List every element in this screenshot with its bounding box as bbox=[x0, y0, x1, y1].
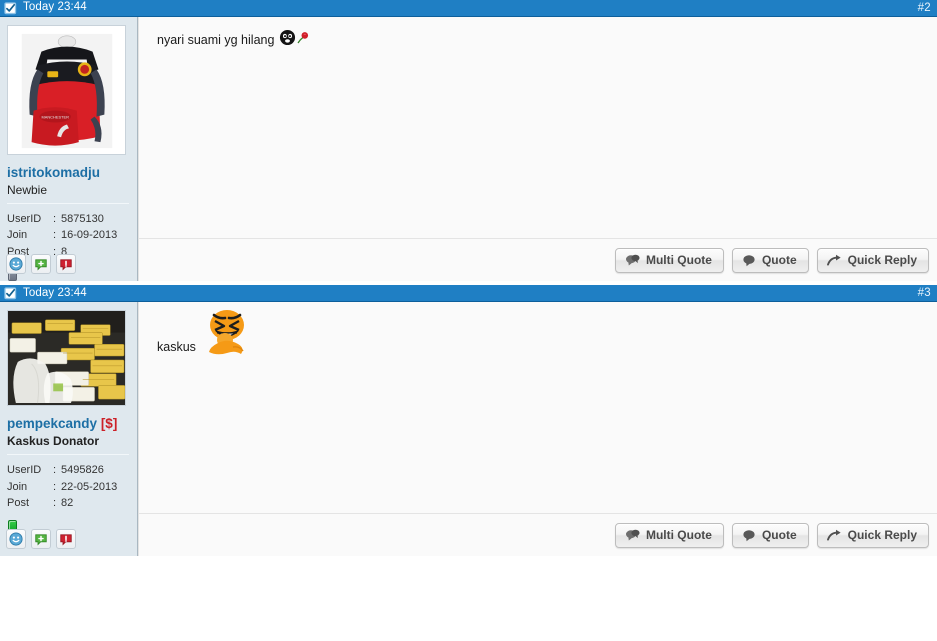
user-panel: MANCHESTER istritokomadju Newbie UserID … bbox=[0, 17, 138, 282]
user-action-icons bbox=[6, 254, 76, 275]
stat-value: 16-09-2013 bbox=[61, 229, 118, 242]
post-timestamp: Today 23:44 bbox=[23, 286, 87, 299]
panel-divider bbox=[7, 454, 129, 456]
message-column: kaskus Multi Quote Quote Quick Reply bbox=[138, 302, 937, 557]
post-footer: Multi Quote Quote Quick Reply bbox=[139, 238, 937, 282]
user-action-icons bbox=[6, 529, 76, 550]
stat-separator: : bbox=[53, 229, 57, 242]
post-timestamp: Today 23:44 bbox=[23, 1, 87, 14]
multi-quote-button[interactable]: Multi Quote bbox=[614, 247, 724, 273]
orange-laughing-emoticon bbox=[200, 306, 252, 362]
message-column: nyari suami yg hilang Multi Quote Quote … bbox=[138, 17, 937, 282]
stat-key: UserID bbox=[7, 464, 42, 477]
checked-checkbox-icon[interactable] bbox=[4, 1, 17, 15]
post-body: MANCHESTER istritokomadju Newbie UserID … bbox=[0, 17, 937, 282]
multi-quote-label: Multi Quote bbox=[645, 528, 712, 543]
avatar[interactable]: MANCHESTER bbox=[7, 25, 126, 155]
dark-face-emoticon bbox=[279, 29, 296, 52]
stat-separator: : bbox=[53, 212, 57, 225]
quote-button[interactable]: Quote bbox=[731, 522, 809, 548]
stat-separator: : bbox=[53, 497, 57, 510]
username-text: istritokomadju bbox=[7, 165, 101, 180]
rose-emoticon bbox=[297, 31, 309, 50]
profile-smiley-icon[interactable] bbox=[6, 529, 26, 550]
post-footer: Multi Quote Quote Quick Reply bbox=[139, 513, 937, 557]
stat-key: Join bbox=[7, 229, 28, 242]
quote-label: Quote bbox=[761, 528, 797, 543]
add-reputation-icon[interactable] bbox=[31, 254, 51, 275]
post-number: #3 bbox=[917, 287, 931, 300]
quote-label: Quote bbox=[761, 253, 797, 268]
stat-key: Post bbox=[7, 497, 30, 510]
stat-row: UserID : 5495826 bbox=[7, 462, 131, 479]
stat-row: Join : 22-05-2013 bbox=[7, 479, 131, 496]
report-post-icon[interactable] bbox=[56, 254, 76, 275]
post-body: pempekcandy [$] Kaskus Donator UserID : … bbox=[0, 302, 937, 557]
add-reputation-icon[interactable] bbox=[31, 529, 51, 550]
stat-value: 5495826 bbox=[61, 464, 104, 477]
user-stats: UserID : 5875130 Join : 16-09-2013 Post … bbox=[7, 211, 131, 261]
svg-text:MANCHESTER: MANCHESTER bbox=[41, 115, 69, 120]
message-line: kaskus bbox=[157, 310, 923, 362]
post: Today 23:44 #2 MANCHESTER istritokomadju… bbox=[0, 0, 937, 282]
message-text: nyari suami yg hilang bbox=[157, 33, 275, 47]
stat-value: 82 bbox=[61, 497, 74, 510]
multi-quote-label: Multi Quote bbox=[645, 253, 712, 268]
quick-reply-arrow-icon bbox=[826, 254, 841, 266]
panel-divider bbox=[7, 202, 129, 204]
avatar-image: MANCHESTER bbox=[8, 26, 125, 154]
username[interactable]: istritokomadju bbox=[7, 165, 131, 181]
quote-button[interactable]: Quote bbox=[731, 247, 809, 273]
checked-checkbox-icon[interactable] bbox=[4, 287, 17, 300]
stat-row: UserID : 5875130 bbox=[7, 211, 131, 228]
stat-value: 22-05-2013 bbox=[61, 480, 118, 493]
avatar[interactable] bbox=[7, 310, 126, 407]
quote-icon bbox=[743, 255, 755, 267]
stat-separator: : bbox=[53, 464, 57, 477]
quick-reply-label: Quick Reply bbox=[847, 253, 917, 268]
stat-row: Post : 82 bbox=[7, 495, 131, 512]
post-number: #2 bbox=[917, 2, 931, 14]
quote-icon bbox=[743, 530, 755, 542]
post-header: Today 23:44 #3 bbox=[0, 285, 937, 303]
post-message: kaskus bbox=[139, 302, 937, 513]
quick-reply-button[interactable]: Quick Reply bbox=[816, 522, 929, 548]
donor-badge: [$] bbox=[100, 416, 118, 432]
profile-smiley-icon[interactable] bbox=[6, 254, 26, 275]
quick-reply-label: Quick Reply bbox=[847, 528, 917, 543]
multi-quote-icon bbox=[625, 254, 640, 266]
stat-value: 5875130 bbox=[61, 212, 104, 225]
thread-page: Today 23:44 #2 MANCHESTER istritokomadju… bbox=[0, 0, 937, 641]
quick-reply-arrow-icon bbox=[826, 529, 841, 541]
post-header: Today 23:44 #2 bbox=[0, 0, 937, 17]
stat-separator: : bbox=[53, 480, 57, 493]
user-panel: pempekcandy [$] Kaskus Donator UserID : … bbox=[0, 302, 138, 557]
user-rank: Newbie bbox=[7, 182, 48, 197]
quick-reply-button[interactable]: Quick Reply bbox=[816, 247, 929, 273]
post: Today 23:44 #3 pempekcandy [$] Kaskus Do… bbox=[0, 285, 937, 557]
message-line: nyari suami yg hilang bbox=[157, 29, 923, 52]
post-message: nyari suami yg hilang bbox=[139, 17, 937, 238]
multi-quote-icon bbox=[625, 529, 640, 541]
stat-key: Join bbox=[7, 480, 28, 493]
multi-quote-button[interactable]: Multi Quote bbox=[614, 522, 724, 548]
report-post-icon[interactable] bbox=[56, 529, 76, 550]
username[interactable]: pempekcandy [$] bbox=[7, 416, 131, 432]
stat-key: UserID bbox=[7, 212, 42, 225]
avatar-image bbox=[8, 311, 125, 406]
user-rank: Kaskus Donator bbox=[7, 433, 100, 448]
username-text: pempekcandy bbox=[7, 416, 98, 432]
user-stats: UserID : 5495826 Join : 22-05-2013 Post … bbox=[7, 462, 131, 512]
message-text: kaskus bbox=[157, 339, 196, 354]
stat-row: Join : 16-09-2013 bbox=[7, 227, 131, 244]
